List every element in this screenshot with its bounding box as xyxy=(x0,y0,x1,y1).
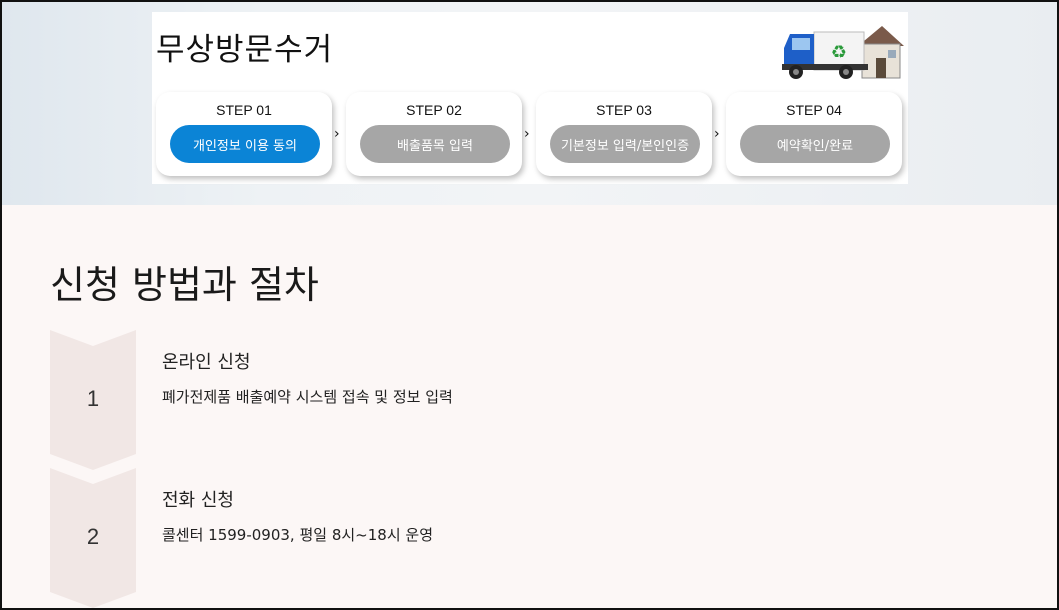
svg-text:♻: ♻ xyxy=(831,42,847,63)
chevron-right-icon: › xyxy=(524,126,530,142)
procedure-description: 콜센터 1599-0903, 평일 8시~18시 운영 xyxy=(162,526,434,544)
item-input-button[interactable]: 배출품목 입력 xyxy=(360,125,510,163)
step-label: STEP 01 xyxy=(216,102,272,118)
section-title: 신청 방법과 절차 xyxy=(50,263,319,307)
reservation-confirm-button[interactable]: 예약확인/완료 xyxy=(740,125,890,163)
procedure-title: 온라인 신청 xyxy=(162,352,251,373)
truck-house-recycle-icon: ♻ xyxy=(782,26,904,79)
step-label: STEP 04 xyxy=(786,102,842,118)
basic-info-auth-button[interactable]: 기본정보 입력/본인인증 xyxy=(550,125,700,163)
step-label: STEP 02 xyxy=(406,102,462,118)
banner-title: 무상방문수거 xyxy=(156,32,334,68)
step-2-card: STEP 02 배출품목 입력 xyxy=(346,92,522,176)
service-banner: 무상방문수거 ♻ STEP 01 개인정보 이용 동의 › STEP 02 배출… xyxy=(152,12,908,184)
procedure-number: 2 xyxy=(86,524,100,549)
step-1-card: STEP 01 개인정보 이용 동의 xyxy=(156,92,332,176)
privacy-consent-button[interactable]: 개인정보 이용 동의 xyxy=(170,125,320,163)
chevron-right-icon: › xyxy=(714,126,720,142)
step-label: STEP 03 xyxy=(596,102,652,118)
step-3-card: STEP 03 기본정보 입력/본인인증 xyxy=(536,92,712,176)
chevron-right-icon: › xyxy=(334,126,340,142)
procedure-description: 폐가전제품 배출예약 시스템 접속 및 정보 입력 xyxy=(162,388,453,406)
procedure-title: 전화 신청 xyxy=(162,490,234,511)
procedure-number: 1 xyxy=(86,386,100,411)
procedure-item-1: 1 온라인 신청 폐가전제품 배출예약 시스템 접속 및 정보 입력 xyxy=(50,330,950,470)
procedure-item-2: 2 전화 신청 콜센터 1599-0903, 평일 8시~18시 운영 xyxy=(50,468,950,608)
hero-banner-area: 무상방문수거 ♻ STEP 01 개인정보 이용 동의 › STEP 02 배출… xyxy=(2,2,1057,205)
step-4-card: STEP 04 예약확인/완료 xyxy=(726,92,902,176)
